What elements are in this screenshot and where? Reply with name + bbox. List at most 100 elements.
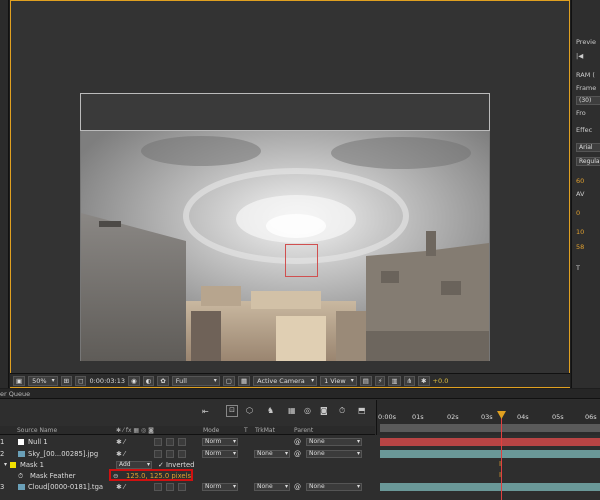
fast-preview-icon[interactable]: ⚡ [374, 375, 386, 386]
switch-box[interactable] [178, 438, 186, 446]
comp-mini-flowchart-icon[interactable]: ⇤ [202, 407, 209, 416]
switch-box[interactable] [154, 450, 162, 458]
flowchart-icon[interactable]: ⋔ [403, 375, 416, 386]
inverted-checkbox[interactable]: ✓ [158, 461, 164, 469]
mask-outline[interactable] [80, 93, 490, 131]
work-area-bar[interactable] [380, 424, 600, 432]
render-queue-tab[interactable]: er Queue [0, 390, 30, 398]
from-current-checkbox[interactable]: Fro [576, 109, 586, 117]
frame-rate-field[interactable]: (30) [576, 96, 600, 105]
switch-box[interactable] [178, 450, 186, 458]
footage-icon [18, 451, 25, 457]
expand-triangle-icon[interactable]: ▾ [4, 461, 7, 468]
frame-rate-label: Frame [576, 84, 597, 92]
switch-box[interactable] [166, 438, 174, 446]
right-panels: Previe |◀ RAM ( Frame (30) Fro Effec Ari… [571, 0, 600, 388]
font-size-value[interactable]: 60 [576, 177, 584, 185]
switch-box[interactable] [166, 483, 174, 491]
always-preview-icon[interactable]: ▣ [13, 375, 26, 386]
layer-bar-cloud[interactable] [380, 483, 600, 491]
panel-tab-strip [0, 389, 600, 399]
layer-bar-null[interactable] [380, 438, 600, 446]
pickwhip-icon[interactable]: @ [294, 483, 301, 491]
motion-blur-icon[interactable]: ◎ [304, 406, 311, 415]
leading-value[interactable]: 0 [576, 209, 580, 217]
exposure-value[interactable]: +0.0 [433, 377, 449, 385]
camera-dropdown[interactable]: Active Camera [253, 375, 318, 386]
switch-box[interactable] [154, 438, 162, 446]
color-channels-icon[interactable]: ✿ [157, 375, 169, 386]
switch-box[interactable] [154, 483, 162, 491]
scale-value[interactable]: 10 [576, 228, 584, 236]
resolution-dropdown[interactable]: Full [171, 375, 220, 386]
layer-name[interactable]: Cloud[0000-0181].tga [28, 483, 103, 491]
live-update-icon[interactable]: ⊡ [226, 405, 238, 417]
switch-box[interactable] [178, 483, 186, 491]
tracking-label: AV [576, 190, 585, 198]
snapshot-icon[interactable]: ◉ [128, 375, 140, 386]
layer-switches-icon[interactable]: ✱ ⁄ [116, 450, 125, 458]
frame-blending-icon[interactable]: ▦ [288, 406, 296, 415]
pixel-aspect-icon[interactable]: ▤ [359, 375, 372, 386]
font-family-field[interactable]: Arial [576, 143, 600, 152]
draft-3d-icon[interactable]: ⬡ [246, 406, 253, 415]
transparency-grid-icon[interactable]: ▦ [237, 375, 251, 386]
graph-editor-icon[interactable]: ⏱ [339, 406, 345, 416]
switch-box[interactable] [166, 450, 174, 458]
trkmat-header[interactable]: TrkMat [255, 427, 275, 434]
mask-mode-dropdown[interactable]: Add [116, 461, 152, 469]
ruler-label: 01s [412, 413, 424, 421]
ruler-label: 05s [552, 413, 564, 421]
switches-header-icons: ✱ ⁄ fx ▦ ◎ ◙ [116, 427, 154, 434]
layer-row-sky[interactable]: 2 Sky_[00...00285].jpg ✱ ⁄ Norm None @ N… [0, 449, 375, 459]
font-style-field[interactable]: Regula [576, 157, 600, 166]
mode-dropdown[interactable]: Norm [202, 450, 238, 458]
timeline-icon[interactable]: ▥ [388, 375, 401, 386]
mode-dropdown[interactable]: Norm [202, 483, 238, 491]
brainstorm-icon[interactable]: ◙ [320, 406, 328, 415]
layer-name[interactable]: Sky_[00...00285].jpg [28, 450, 98, 458]
layer-switches-icon[interactable]: ✱ ⁄ [116, 438, 125, 446]
mode-dropdown[interactable]: Norm [202, 438, 238, 446]
current-time-indicator[interactable] [501, 412, 502, 500]
timeline-toolbar: ⇤ ⊡ ⬡ ♞ ▦ ◎ ◙ ⏱ ⬒ [0, 400, 375, 424]
hide-shy-icon[interactable]: ♞ [267, 406, 274, 415]
layer-row-null[interactable]: 1 Null 1 ✱ ⁄ Norm @ None [0, 437, 375, 447]
region-icon[interactable]: ▢ [222, 375, 235, 386]
parent-dropdown[interactable]: None [306, 438, 362, 446]
magnification-dropdown[interactable]: 50% [28, 375, 58, 386]
trkmat-dropdown[interactable]: None [254, 450, 290, 458]
layer-bar-sky[interactable] [380, 450, 600, 458]
stopwatch-icon[interactable]: ⏱ [18, 472, 23, 481]
source-name-header[interactable]: Source Name [17, 427, 57, 434]
skip-to-start-icon[interactable]: |◀ [576, 52, 583, 60]
label-color-swatch[interactable] [18, 439, 24, 445]
preview-panel-title: Previe [576, 38, 596, 46]
safe-zones-icon[interactable]: ⊞ [60, 375, 73, 386]
layer-number: 3 [0, 483, 5, 491]
mode-header[interactable]: Mode [203, 427, 219, 434]
pickwhip-icon[interactable]: @ [294, 438, 301, 446]
trkmat-dropdown[interactable]: None [254, 483, 290, 491]
mask-name[interactable]: Mask 1 [20, 461, 44, 469]
mask-visibility-icon[interactable]: ◻ [75, 375, 87, 386]
current-time[interactable]: 0:00:03:13 [89, 377, 125, 385]
parent-dropdown[interactable]: None [306, 483, 362, 491]
t-header[interactable]: T [244, 427, 248, 434]
layer-row-cloud[interactable]: 3 Cloud[0000-0181].tga ✱ ⁄ Norm None @ N… [0, 482, 375, 492]
pickwhip-icon[interactable]: @ [294, 450, 301, 458]
view-layout-dropdown[interactable]: 1 View [320, 375, 357, 386]
parent-header[interactable]: Parent [294, 427, 313, 434]
show-snapshot-icon[interactable]: ◐ [142, 375, 155, 386]
layer-switches-icon[interactable]: ✱ ⁄ [116, 483, 125, 491]
mask-color-swatch[interactable] [10, 462, 16, 468]
ruler-label: 0:00s [378, 413, 396, 421]
ruler-label: 06s [585, 413, 597, 421]
ruler-label: 02s [447, 413, 459, 421]
null-anchor-box[interactable] [285, 244, 318, 277]
baseline-value[interactable]: 58 [576, 243, 584, 251]
stopwatch-icon[interactable]: ⬒ [358, 406, 366, 415]
layer-name[interactable]: Null 1 [28, 438, 48, 446]
parent-dropdown[interactable]: None [306, 450, 362, 458]
exposure-reset-icon[interactable]: ✱ [418, 375, 430, 386]
